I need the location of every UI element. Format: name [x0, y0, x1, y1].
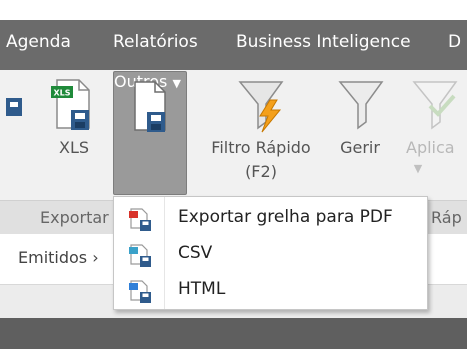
- apply-filter-icon: [412, 81, 458, 130]
- group-label-exportar: Exportar: [40, 208, 109, 227]
- outros-dropdown-menu: Exportar grelha para PDF CSV HTML: [113, 196, 428, 310]
- filter-icon: [338, 81, 384, 130]
- aplicar-button-label: Aplica: [406, 138, 455, 157]
- svg-text:XLS: XLS: [53, 89, 70, 98]
- breadcrumb-separator-icon: ›: [92, 248, 99, 267]
- menu-item-export-html[interactable]: HTML: [114, 273, 427, 307]
- top-strip: [0, 0, 467, 20]
- bottom-bar: [0, 318, 467, 349]
- ribbon-button-partial[interactable]: [0, 76, 26, 146]
- menu-item-export-pdf[interactable]: Exportar grelha para PDF: [114, 201, 427, 235]
- outros-button[interactable]: Outros ▼: [113, 71, 187, 195]
- save-icon: [6, 98, 22, 116]
- filtro-rapido-label-line1: Filtro Rápido: [211, 138, 311, 157]
- filtro-rapido-button[interactable]: Filtro Rápido (F2): [200, 70, 322, 195]
- menu-item-export-html-label: HTML: [178, 279, 226, 299]
- csv-export-icon: [129, 244, 151, 267]
- menu-item-export-csv-label: CSV: [178, 243, 213, 263]
- file-export-icon: [134, 81, 166, 132]
- pdf-export-icon: [129, 208, 151, 231]
- group-label-rapido: Ráp: [431, 208, 462, 227]
- menu-bar: Agenda Relatórios Business Inteligence D: [0, 20, 467, 70]
- aplicar-chevron-icon: ▼: [413, 162, 423, 175]
- quick-filter-icon: [238, 81, 284, 133]
- html-export-icon: [129, 280, 151, 303]
- xls-button[interactable]: XLS XLS: [45, 70, 103, 195]
- menu-item-agenda[interactable]: Agenda: [6, 32, 71, 52]
- gerir-button[interactable]: Gerir: [330, 70, 390, 195]
- menu-item-truncated[interactable]: D: [448, 32, 461, 52]
- menu-item-business-inteligence[interactable]: Business Inteligence: [236, 32, 411, 52]
- xls-file-icon: XLS: [51, 79, 90, 130]
- filtro-rapido-label-line2: (F2): [245, 162, 277, 181]
- gerir-button-label: Gerir: [340, 138, 380, 157]
- aplicar-button[interactable]: Aplica ▼: [402, 70, 467, 195]
- breadcrumb-item-emitidos[interactable]: Emitidos ›: [18, 248, 99, 267]
- menu-item-export-csv[interactable]: CSV: [114, 237, 427, 271]
- menu-item-relatorios[interactable]: Relatórios: [113, 32, 198, 52]
- ribbon: XLS XLS Outros ▼ Filtro Rápido (F2): [0, 70, 467, 200]
- menu-item-export-pdf-label: Exportar grelha para PDF: [178, 207, 393, 227]
- xls-button-label: XLS: [58, 138, 90, 157]
